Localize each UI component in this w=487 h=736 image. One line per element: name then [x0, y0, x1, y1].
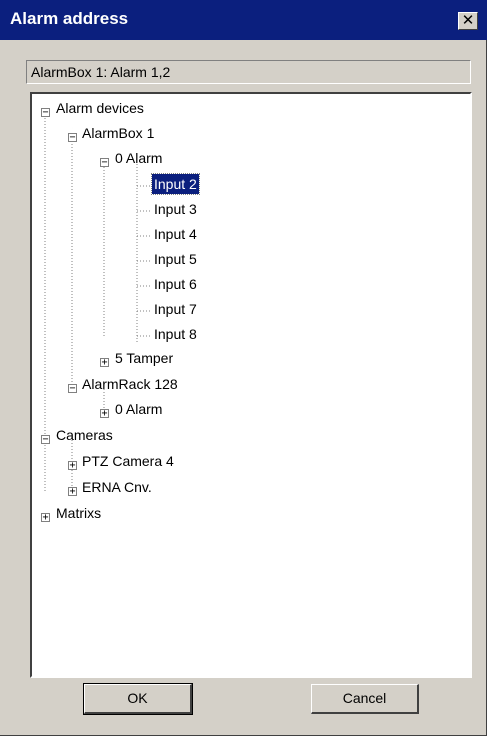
alarm-address-dialog: Alarm address ✕ AlarmBox 1: Alarm 1,2 − …	[0, 0, 487, 736]
ok-button[interactable]: OK	[83, 683, 193, 715]
alarmbox-1-expander[interactable]: −	[68, 133, 77, 143]
tree-node-5-tamper[interactable]: 5 Tamper	[115, 348, 173, 368]
tree-node-input-7[interactable]: Input 7	[154, 299, 197, 319]
alarmrack-alarm-0-expander[interactable]: +	[100, 409, 109, 419]
tree-node-cameras[interactable]: Cameras	[56, 425, 113, 445]
alarmrack-128-expander[interactable]: −	[68, 384, 77, 394]
matrixs-expander[interactable]: +	[41, 513, 50, 523]
cancel-button[interactable]: Cancel	[311, 684, 419, 714]
tree-node-input-8[interactable]: Input 8	[154, 324, 197, 344]
alarm-tree-view[interactable]: − Alarm devices − AlarmBox 1 − 0 Alarm I…	[30, 92, 472, 678]
tree-node-alarmrack-128[interactable]: AlarmRack 128	[82, 374, 178, 394]
tree-node-ptz-camera-4[interactable]: PTZ Camera 4	[82, 451, 174, 471]
tree-node-matrixs[interactable]: Matrixs	[56, 503, 101, 523]
tree-node-input-4[interactable]: Input 4	[154, 224, 197, 244]
ptz-camera-4-expander[interactable]: +	[68, 461, 77, 471]
tree-node-input-2[interactable]: Input 2	[151, 173, 200, 195]
alarm-0-expander[interactable]: −	[100, 158, 109, 168]
tree-node-erna-cnv[interactable]: ERNA Cnv.	[82, 477, 152, 497]
tree-node-alarm-devices[interactable]: Alarm devices	[56, 98, 144, 118]
tree-node-0-alarm[interactable]: 0 Alarm	[115, 148, 162, 168]
tree-node-input-5[interactable]: Input 5	[154, 249, 197, 269]
tamper-5-expander[interactable]: +	[100, 358, 109, 368]
tree-node-input-6[interactable]: Input 6	[154, 274, 197, 294]
alarm-address-field: AlarmBox 1: Alarm 1,2	[26, 60, 471, 84]
title-bar: Alarm address ✕	[0, 0, 487, 40]
erna-cnv-expander[interactable]: +	[68, 487, 77, 497]
alarm-devices-expander[interactable]: −	[41, 108, 50, 118]
close-button[interactable]: ✕	[458, 12, 478, 30]
close-icon: ✕	[461, 12, 475, 29]
cameras-expander[interactable]: −	[41, 435, 50, 445]
dialog-title: Alarm address	[10, 9, 129, 28]
tree-node-alarmrack-0-alarm[interactable]: 0 Alarm	[115, 399, 162, 419]
tree-node-input-3[interactable]: Input 3	[154, 199, 197, 219]
tree-node-alarmbox-1[interactable]: AlarmBox 1	[82, 123, 154, 143]
